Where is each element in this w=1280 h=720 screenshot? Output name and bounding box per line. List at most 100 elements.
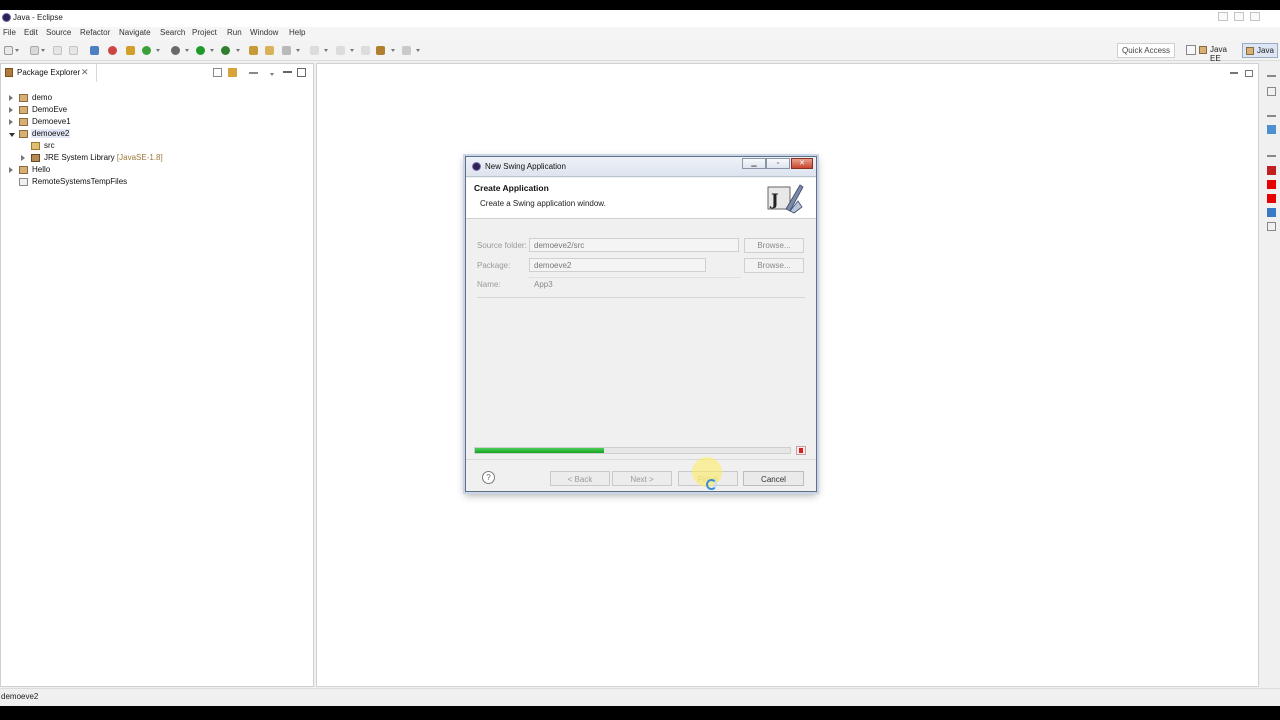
- console-icon[interactable]: [1267, 208, 1276, 217]
- maximize-editor-icon[interactable]: [1245, 70, 1253, 77]
- menu-run[interactable]: Run: [227, 28, 242, 37]
- window-title: Java - Eclipse: [13, 13, 63, 22]
- link-with-editor-icon[interactable]: [228, 68, 237, 77]
- new-java-class-icon[interactable]: [142, 46, 151, 55]
- open-type-icon[interactable]: [249, 46, 258, 55]
- menu-edit[interactable]: Edit: [24, 28, 38, 37]
- forward-arrow-icon[interactable]: [402, 46, 411, 55]
- open-task-icon[interactable]: [265, 46, 274, 55]
- expand-icon[interactable]: [9, 107, 13, 113]
- minimize-view-icon[interactable]: [283, 68, 292, 73]
- close-dialog-button[interactable]: ✕: [791, 158, 813, 169]
- chevron-down-icon[interactable]: [15, 49, 19, 52]
- tree-item-src[interactable]: src: [21, 141, 221, 153]
- expand-icon[interactable]: [21, 155, 25, 161]
- chevron-down-icon[interactable]: [156, 49, 160, 52]
- dialog-title-bar[interactable]: New Swing Application ▁ ▫ ✕: [466, 157, 816, 177]
- tree-item-hello[interactable]: Hello: [9, 165, 209, 177]
- outline-icon[interactable]: [1267, 87, 1276, 96]
- tree-item-demo[interactable]: demo: [9, 93, 209, 105]
- run-icon[interactable]: [196, 46, 205, 55]
- problems-icon[interactable]: [1267, 166, 1276, 175]
- open-perspective-icon[interactable]: [1186, 45, 1196, 55]
- terminal-icon[interactable]: [90, 46, 99, 55]
- chevron-down-icon[interactable]: [296, 49, 300, 52]
- close-window-button[interactable]: [1250, 12, 1260, 21]
- help-icon[interactable]: ?: [482, 471, 495, 484]
- view-menu-icon[interactable]: [249, 72, 258, 74]
- maximize-view-icon[interactable]: [297, 68, 306, 77]
- status-bar: demoeve2: [0, 688, 1280, 706]
- chevron-down-icon[interactable]: [391, 49, 395, 52]
- chevron-down-icon[interactable]: [350, 49, 354, 52]
- expand-icon[interactable]: [9, 95, 13, 101]
- debug-icon[interactable]: [171, 46, 180, 55]
- eclipse-window: Java - Eclipse File Edit Source Refactor…: [0, 10, 1280, 706]
- new-java-package-icon[interactable]: [126, 46, 135, 55]
- servers-icon[interactable]: [1267, 222, 1276, 231]
- tree-item-jre-system-library[interactable]: JRE System Library [JavaSE-1.8]: [21, 153, 241, 165]
- chevron-down-icon[interactable]: [236, 49, 240, 52]
- maximize-dialog-button[interactable]: ▫: [766, 158, 790, 169]
- save-icon[interactable]: [30, 46, 39, 55]
- chevron-down-icon[interactable]: [41, 49, 45, 52]
- collapse-icon[interactable]: [9, 133, 15, 137]
- stop-icon[interactable]: [796, 446, 806, 455]
- menu-navigate[interactable]: Navigate: [119, 28, 151, 37]
- print-icon[interactable]: [69, 46, 78, 55]
- tree-item-remote-systems-temp-files[interactable]: RemoteSystemsTempFiles: [9, 177, 229, 189]
- maximize-window-button[interactable]: [1234, 12, 1244, 21]
- expand-icon[interactable]: [9, 167, 13, 173]
- run-external-tools-icon[interactable]: [221, 46, 230, 55]
- tree-item-demoeve2[interactable]: demoeve2: [9, 129, 209, 141]
- menu-source[interactable]: Source: [46, 28, 71, 37]
- menu-file[interactable]: File: [3, 28, 16, 37]
- menu-help[interactable]: Help: [289, 28, 305, 37]
- skip-breakpoints-icon[interactable]: [108, 46, 117, 55]
- browse-source-folder-button[interactable]: Browse...: [744, 238, 804, 253]
- tree-item-demoeve[interactable]: DemoEve: [9, 105, 209, 117]
- collapse-all-icon[interactable]: [213, 68, 222, 77]
- restore-icon[interactable]: [1267, 71, 1276, 77]
- back-button[interactable]: < Back: [550, 471, 610, 486]
- new-swing-application-dialog: New Swing Application ▁ ▫ ✕ Create Appli…: [465, 156, 817, 492]
- restore-icon[interactable]: [1267, 111, 1276, 117]
- last-edit-location-icon[interactable]: [361, 46, 370, 55]
- next-annotation-icon[interactable]: [310, 46, 319, 55]
- chevron-down-icon[interactable]: [270, 73, 274, 76]
- perspective-java[interactable]: Java: [1242, 43, 1278, 58]
- task-list-icon[interactable]: [1267, 125, 1276, 134]
- tree-item-demoeve1[interactable]: Demoeve1: [9, 117, 209, 129]
- chevron-down-icon[interactable]: [210, 49, 214, 52]
- minimize-window-button[interactable]: [1218, 12, 1228, 21]
- package-explorer-tab[interactable]: Package Explorer ✕: [1, 64, 97, 82]
- package-input[interactable]: demoeve2: [529, 258, 706, 272]
- chevron-down-icon[interactable]: [185, 49, 189, 52]
- declaration-icon[interactable]: [1267, 194, 1276, 203]
- javadoc-icon[interactable]: [1267, 180, 1276, 189]
- cancel-button[interactable]: Cancel: [743, 471, 804, 486]
- name-input[interactable]: App3: [534, 280, 553, 289]
- close-icon[interactable]: ✕: [81, 67, 89, 78]
- menu-project[interactable]: Project: [192, 28, 217, 37]
- back-arrow-icon[interactable]: [376, 46, 385, 55]
- search-icon[interactable]: [282, 46, 291, 55]
- eclipse-dialog-icon: [472, 162, 481, 171]
- previous-annotation-icon[interactable]: [336, 46, 345, 55]
- chevron-down-icon[interactable]: [416, 49, 420, 52]
- expand-icon[interactable]: [9, 119, 13, 125]
- menu-refactor[interactable]: Refactor: [80, 28, 110, 37]
- browse-package-button[interactable]: Browse...: [744, 258, 804, 273]
- minimize-dialog-button[interactable]: ▁: [742, 158, 766, 169]
- next-button[interactable]: Next >: [612, 471, 672, 486]
- perspective-java-ee[interactable]: Java EE: [1196, 43, 1240, 63]
- save-all-icon[interactable]: [53, 46, 62, 55]
- chevron-down-icon[interactable]: [324, 49, 328, 52]
- menu-search[interactable]: Search: [160, 28, 185, 37]
- new-icon[interactable]: [4, 46, 13, 55]
- source-folder-input[interactable]: demoeve2/src: [529, 238, 739, 252]
- minimize-editor-icon[interactable]: [1230, 70, 1238, 74]
- restore-icon[interactable]: [1267, 151, 1276, 157]
- quick-access-input[interactable]: Quick Access: [1117, 43, 1175, 58]
- menu-window[interactable]: Window: [250, 28, 278, 37]
